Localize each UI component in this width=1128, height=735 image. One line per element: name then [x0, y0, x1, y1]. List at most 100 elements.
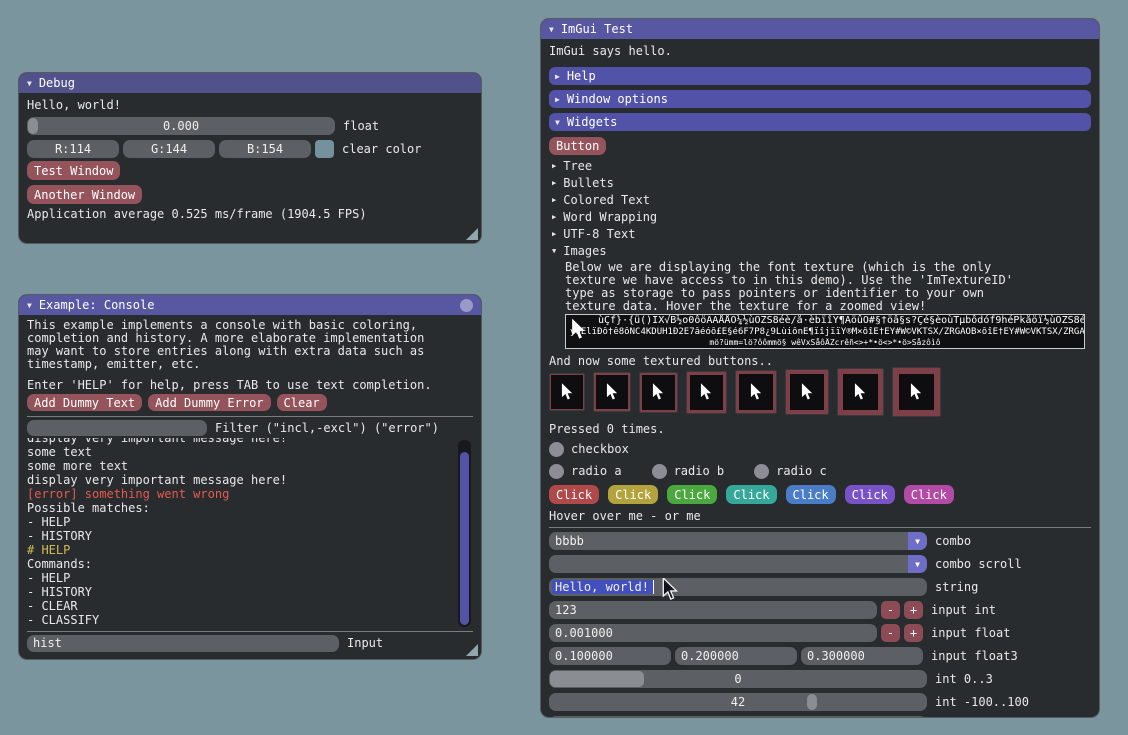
hover-text[interactable]: Hover over me - or me — [549, 510, 1091, 523]
separator — [27, 631, 473, 632]
minus-button[interactable]: - — [881, 601, 900, 619]
console-input[interactable]: hist — [27, 635, 339, 652]
checkbox[interactable] — [549, 442, 564, 457]
header-widgets[interactable]: Widgets — [549, 113, 1091, 131]
fps-stats-text: Application average 0.525 ms/frame (1904… — [27, 208, 473, 221]
cursor-arrow-icon — [561, 383, 574, 402]
input-float3-x[interactable]: 0.100000 — [549, 647, 671, 665]
tree-node-label: Colored Text — [563, 194, 650, 207]
test-content: ImGui says hello. Help Window options Wi… — [541, 45, 1099, 718]
input-float-value: 0.001000 — [549, 627, 613, 640]
click-button[interactable]: Click — [726, 485, 776, 504]
header-help[interactable]: Help — [549, 67, 1091, 85]
textured-image-button[interactable] — [593, 372, 631, 412]
color-edit-b[interactable]: B:154 — [219, 140, 311, 158]
chevron-down-icon[interactable]: ▼ — [908, 532, 927, 550]
slider-grab[interactable] — [28, 118, 38, 134]
color-edit-r[interactable]: R:114 — [27, 140, 119, 158]
plus-button[interactable]: + — [904, 601, 923, 619]
resize-grip[interactable] — [466, 644, 478, 656]
scrollbar-track[interactable] — [458, 440, 471, 627]
text-caret — [653, 580, 654, 594]
button-widget[interactable]: Button — [549, 137, 606, 155]
radio-icon — [754, 464, 769, 479]
window-title: Example: Console — [39, 299, 155, 312]
close-button[interactable] — [460, 299, 473, 312]
imgui-test-window: ImGui Test ImGui says hello. Help Window… — [540, 18, 1100, 718]
slider-int-100-100[interactable]: 42 — [549, 693, 927, 711]
collapse-arrow-icon[interactable] — [549, 23, 554, 36]
tree-node-tree[interactable]: Tree — [549, 158, 1091, 175]
textured-image-button[interactable] — [549, 373, 585, 411]
collapse-arrow-icon[interactable] — [27, 77, 32, 90]
radio-icon — [549, 464, 564, 479]
another-window-button[interactable]: Another Window — [27, 185, 142, 204]
combo-scroll-box[interactable]: ▼ — [549, 555, 927, 573]
click-button[interactable]: Click — [667, 485, 717, 504]
textured-image-button[interactable] — [639, 372, 678, 413]
input-float3-y[interactable]: 0.200000 — [675, 647, 797, 665]
header-window-options[interactable]: Window options — [549, 90, 1091, 108]
radio-c[interactable]: radio c — [754, 464, 827, 479]
slider-int-100-100-label: int -100..100 — [935, 696, 1029, 709]
slider-int-0-3[interactable]: 0 — [549, 670, 927, 688]
tree-node-images[interactable]: Images — [549, 243, 1091, 260]
chevron-down-icon[interactable]: ▼ — [908, 555, 927, 573]
float-slider[interactable]: 0.000 — [27, 117, 335, 135]
combo-box[interactable]: bbbb ▼ — [549, 532, 927, 550]
resize-grip[interactable] — [466, 228, 478, 240]
plus-button[interactable]: + — [904, 624, 923, 642]
scrollbar-grab[interactable] — [460, 452, 469, 625]
string-input[interactable]: Hello, world! — [549, 578, 927, 596]
filter-input[interactable] — [27, 420, 207, 436]
input-float3-z-value: 0.300000 — [801, 650, 865, 663]
string-input-label: string — [935, 581, 978, 594]
test-window-button[interactable]: Test Window — [27, 161, 120, 180]
test-titlebar[interactable]: ImGui Test — [541, 19, 1099, 39]
color-edit-g[interactable]: G:144 — [123, 140, 215, 158]
input-float3-y-value: 0.200000 — [675, 650, 739, 663]
console-log-line: display very important message here! — [27, 474, 473, 488]
console-log-region[interactable]: display very important message here! som… — [27, 438, 473, 629]
textured-image-button[interactable] — [686, 371, 727, 414]
textured-image-button[interactable] — [837, 368, 884, 416]
console-content: This example implements a console with b… — [19, 319, 481, 652]
console-log-line: - HELP — [27, 572, 473, 586]
click-button[interactable]: Click — [549, 485, 599, 504]
collapse-arrow-icon — [555, 116, 560, 129]
click-button[interactable]: Click — [904, 485, 954, 504]
tree-node-colored-text[interactable]: Colored Text — [549, 192, 1091, 209]
add-dummy-error-button[interactable]: Add Dummy Error — [148, 394, 270, 411]
input-float-field[interactable]: 0.001000 — [549, 624, 877, 642]
input-float3-z[interactable]: 0.300000 — [801, 647, 923, 665]
textured-image-button[interactable] — [735, 370, 777, 414]
tree-node-bullets[interactable]: Bullets — [549, 175, 1091, 192]
slider-grab[interactable] — [731, 717, 741, 718]
color-swatch[interactable] — [315, 140, 334, 158]
console-titlebar[interactable]: Example: Console — [19, 295, 481, 315]
slider-float[interactable]: 4.123 — [549, 716, 927, 718]
click-button[interactable]: Click — [845, 485, 895, 504]
console-help-line: Enter 'HELP' for help, press TAB to use … — [27, 379, 473, 392]
tree-node-word-wrapping[interactable]: Word Wrapping — [549, 209, 1091, 226]
radio-a[interactable]: radio a — [549, 464, 622, 479]
collapse-arrow-icon — [555, 93, 560, 106]
collapse-arrow-icon[interactable] — [27, 299, 32, 312]
add-dummy-text-button[interactable]: Add Dummy Text — [27, 394, 142, 411]
minus-button[interactable]: - — [881, 624, 900, 642]
clear-button[interactable]: Clear — [277, 394, 327, 411]
tree-node-label: Tree — [563, 160, 592, 173]
input-int-field[interactable]: 123 — [549, 601, 877, 619]
window-title: ImGui Test — [561, 23, 633, 36]
click-button[interactable]: Click — [608, 485, 658, 504]
radio-b[interactable]: radio b — [652, 464, 725, 479]
tree-node-utf8-text[interactable]: UTF-8 Text — [549, 226, 1091, 243]
debug-titlebar[interactable]: Debug — [19, 73, 481, 93]
textured-image-button[interactable] — [892, 367, 941, 417]
font-texture-image[interactable]: ùÇf}·{ü()ĪX√B½o0ôöÃÄÅÅÖ¼½ùÖZS8éè/å·èbïîY… — [565, 314, 1085, 349]
tree-arrow-icon — [552, 211, 556, 224]
console-input-value: hist — [27, 637, 62, 650]
slider-value: 0 — [549, 673, 927, 686]
textured-image-button[interactable] — [785, 369, 829, 415]
click-button[interactable]: Click — [786, 485, 836, 504]
